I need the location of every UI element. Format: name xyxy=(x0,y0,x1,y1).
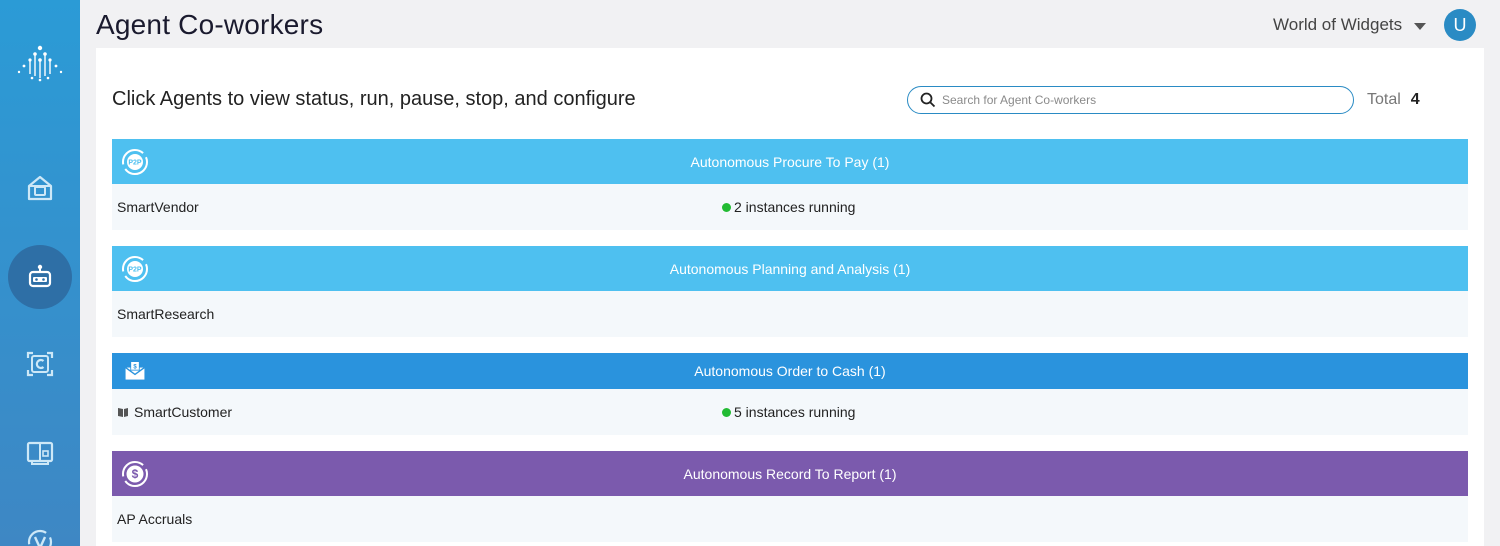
agent-name: SmartVendor xyxy=(117,199,199,215)
page-title: Agent Co-workers xyxy=(96,9,324,40)
svg-text:P2P: P2P xyxy=(128,159,142,166)
cash-envelope-icon: $ xyxy=(121,357,149,385)
sidebar-item-library[interactable] xyxy=(8,420,72,484)
agent-name: SmartCustomer xyxy=(134,404,233,420)
sidebar-item-c[interactable] xyxy=(8,332,72,396)
sidebar-item-v[interactable] xyxy=(8,508,72,546)
dollar-cycle-icon: $ xyxy=(121,460,149,488)
search-box[interactable] xyxy=(907,86,1354,114)
status-dot-icon xyxy=(722,202,731,212)
group-title: Autonomous Record To Report (1) xyxy=(683,465,897,482)
avatar[interactable]: U xyxy=(1444,9,1476,41)
c-frame-icon xyxy=(26,351,54,377)
total-count: Total 4 xyxy=(1367,91,1420,109)
agent-name: AP Accruals xyxy=(117,511,193,527)
agent-status: 5 instances running xyxy=(722,404,855,420)
instructions-text: Click Agents to view status, run, pause,… xyxy=(112,88,636,110)
group-header[interactable]: P2P Autonomous Procure To Pay (1) xyxy=(112,139,1468,184)
org-selector[interactable]: World of Widgets xyxy=(1273,15,1427,35)
sidebar-item-agents[interactable] xyxy=(8,245,72,309)
home-icon xyxy=(27,175,53,201)
status-text: 2 instances running xyxy=(734,199,856,215)
sidebar-item-home[interactable] xyxy=(8,156,72,220)
group-title: Autonomous Planning and Analysis (1) xyxy=(669,260,911,277)
sidebar xyxy=(0,0,80,546)
main-panel: Click Agents to view status, run, pause,… xyxy=(96,48,1484,546)
list-item[interactable]: SmartVendor 2 instances running xyxy=(112,184,1468,230)
search-icon xyxy=(920,92,936,108)
group-title: Autonomous Procure To Pay (1) xyxy=(690,153,890,170)
v-cycle-icon xyxy=(27,529,53,546)
book-icon xyxy=(26,441,54,465)
list-item[interactable]: AP Accruals xyxy=(112,496,1468,542)
agent-group: P2P Autonomous Planning and Analysis (1)… xyxy=(112,246,1468,337)
book-small-icon xyxy=(118,408,128,417)
agent-group: P2P Autonomous Procure To Pay (1) SmartV… xyxy=(112,139,1468,230)
list-item[interactable]: SmartResearch xyxy=(112,291,1468,337)
agent-group: $ Autonomous Order to Cash (1) SmartCust… xyxy=(112,353,1468,435)
svg-text:P2P: P2P xyxy=(128,266,142,273)
org-name: World of Widgets xyxy=(1273,15,1403,34)
agent-name: SmartResearch xyxy=(117,306,215,322)
chevron-down-icon xyxy=(1414,22,1427,30)
svg-text:$: $ xyxy=(132,467,139,481)
list-item[interactable]: SmartCustomer 5 instances running xyxy=(112,389,1468,435)
group-header[interactable]: $ Autonomous Order to Cash (1) xyxy=(112,353,1468,389)
logo-icon[interactable] xyxy=(14,44,66,84)
p2p-icon: P2P xyxy=(121,255,149,283)
group-header[interactable]: P2P Autonomous Planning and Analysis (1) xyxy=(112,246,1468,291)
status-text: 5 instances running xyxy=(734,404,856,420)
total-value: 4 xyxy=(1410,91,1420,108)
agent-group: $ Autonomous Record To Report (1) AP Acc… xyxy=(112,451,1468,542)
search-input[interactable] xyxy=(942,93,1342,107)
total-label: Total xyxy=(1367,91,1401,108)
group-title: Autonomous Order to Cash (1) xyxy=(694,363,886,379)
robot-icon xyxy=(28,264,52,288)
p2p-icon: P2P xyxy=(121,148,149,176)
status-dot-icon xyxy=(722,407,731,417)
agent-status: 2 instances running xyxy=(722,199,855,215)
group-header[interactable]: $ Autonomous Record To Report (1) xyxy=(112,451,1468,496)
agent-name-wrapper: SmartCustomer xyxy=(117,404,232,420)
